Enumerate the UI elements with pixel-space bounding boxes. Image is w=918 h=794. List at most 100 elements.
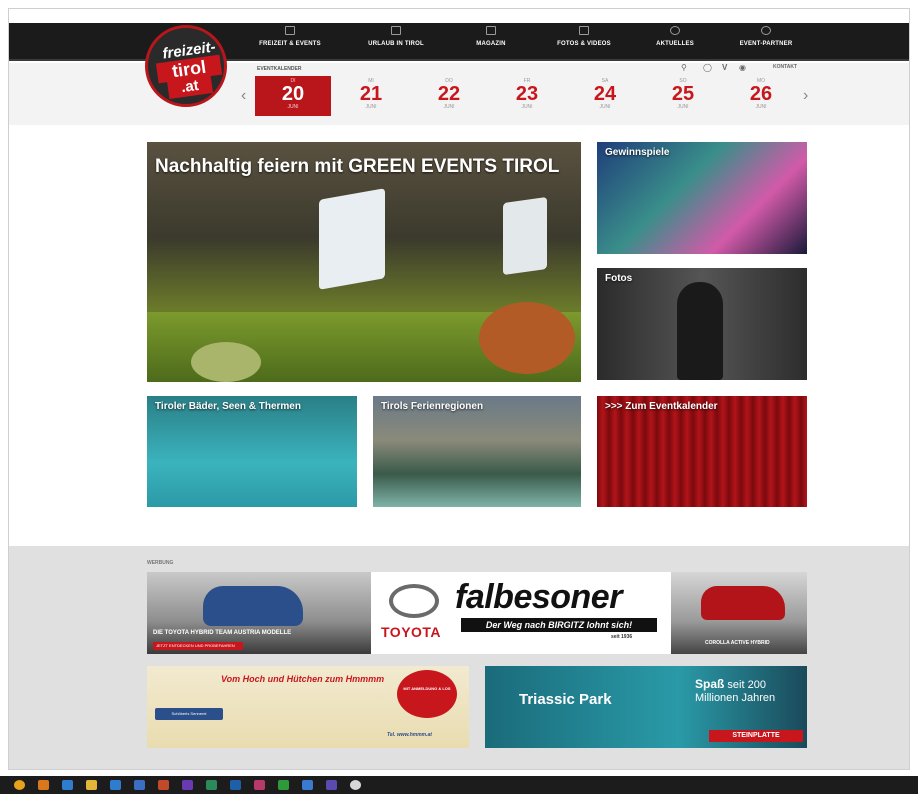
date-day: 26 <box>749 83 773 105</box>
ad-sennerei[interactable]: Vom Hoch und Hütchen zum Hmmmm Schöberls… <box>147 666 469 748</box>
date-item-25[interactable]: SO 25 JUNI <box>645 76 721 116</box>
app-icon[interactable] <box>134 780 145 790</box>
date-item-21[interactable]: MI 21 JUNI <box>333 76 409 116</box>
ad-claim-bold: Spaß <box>695 677 725 691</box>
app-icon[interactable] <box>278 780 289 790</box>
tile-title: Nachhaltig feiern mit GREEN EVENTS TIROL <box>155 156 560 177</box>
ad-triassic-park[interactable]: Triassic Park Spaß seit 200 Millionen Ja… <box>485 666 807 748</box>
tile-fotos[interactable]: Fotos <box>597 268 807 380</box>
tile-eventkalender[interactable]: >>> Zum Eventkalender <box>597 396 807 507</box>
date-day: 22 <box>437 83 461 105</box>
hero-pumpkin-graphic <box>479 302 575 374</box>
date-month: JUNI <box>521 104 533 110</box>
heart-icon <box>761 26 771 35</box>
date-day: 24 <box>593 83 617 105</box>
app-icon[interactable] <box>254 780 265 790</box>
nav-item-urlaub-in-tirol[interactable]: URLAUB IN TIROL <box>361 26 431 47</box>
tile-green-events[interactable]: Nachhaltig feiern mit GREEN EVENTS TIROL <box>147 142 581 382</box>
car-graphic <box>701 586 785 620</box>
car-graphic <box>203 586 303 626</box>
date-month: JUNI <box>599 104 611 110</box>
nav-label: URLAUB IN TIROL <box>368 41 424 47</box>
dealer-since: seit 1936 <box>611 634 633 640</box>
book-icon <box>486 26 496 35</box>
date-day: 25 <box>671 83 695 105</box>
main-navigation: FREIZEIT & EVENTS URLAUB IN TIROL MAGAZI… <box>9 23 909 61</box>
calendar-icon <box>285 26 295 35</box>
windows-taskbar <box>0 776 918 794</box>
app-icon[interactable] <box>326 780 337 790</box>
ad-headline: Vom Hoch und Hütchen zum Hmmmm <box>221 674 385 684</box>
tile-gewinnspiele[interactable]: Gewinnspiele <box>597 142 807 254</box>
nav-item-fotos-videos[interactable]: FOTOS & VIDEOS <box>549 26 619 47</box>
eventkalender-label: EVENTKALENDER <box>257 66 302 72</box>
app-icon[interactable] <box>110 780 121 790</box>
date-day: 23 <box>515 83 539 105</box>
app-icon[interactable] <box>230 780 241 790</box>
firefox-icon[interactable] <box>38 780 49 790</box>
next-arrow-icon[interactable]: › <box>803 87 808 105</box>
ad-brand-tag: Schöberls Sennerei <box>155 708 223 720</box>
nav-label: EVENT-PARTNER <box>739 41 793 47</box>
windows-icon[interactable] <box>62 780 73 790</box>
site-logo[interactable]: freizeit- tirol .at <box>145 25 227 107</box>
nav-label: FREIZEIT & EVENTS <box>259 41 321 47</box>
browser-page: FREIZEIT & EVENTS URLAUB IN TIROL MAGAZI… <box>8 8 910 770</box>
advertising-section: WERBUNG DIE TOYOTA HYBRID TEAM AUSTRIA M… <box>9 546 909 769</box>
vimeo-icon[interactable]: V <box>722 63 727 72</box>
ad-toyota-hybrid[interactable]: DIE TOYOTA HYBRID TEAM AUSTRIA MODELLE J… <box>147 572 371 654</box>
hero-flag-graphic <box>319 188 385 290</box>
toyota-brand: TOYOTA <box>381 624 442 640</box>
toyota-logo-icon <box>389 584 439 618</box>
nav-label: AKTUELLES <box>656 41 694 47</box>
tile-baeder-seen-thermen[interactable]: Tiroler Bäder, Seen & Thermen <box>147 396 357 507</box>
date-item-22[interactable]: DO 22 JUNI <box>411 76 487 116</box>
facebook-icon[interactable]: ◉ <box>739 63 746 72</box>
ad-cta-button[interactable]: JETZT ENTDECKEN UND PROBEFAHREN <box>153 642 243 650</box>
date-month: JUNI <box>677 104 689 110</box>
tile-title: >>> Zum Eventkalender <box>605 401 718 412</box>
app-icon[interactable] <box>182 780 193 790</box>
date-month: JUNI <box>443 104 455 110</box>
steinplatte-logo: STEINPLATTE <box>709 730 803 742</box>
app-icon[interactable] <box>158 780 169 790</box>
date-item-20[interactable]: DI 20 JUNI <box>255 76 331 116</box>
folder-icon[interactable] <box>86 780 97 790</box>
nav-item-freizeit-events[interactable]: FREIZEIT & EVENTS <box>255 26 325 47</box>
ad-falbesoner[interactable]: TOYOTA falbesoner Der Weg nach BIRGITZ l… <box>371 572 671 654</box>
triassic-park-logo: Triassic Park <box>519 691 612 708</box>
date-day: 20 <box>281 83 305 105</box>
search-icon[interactable]: ⚲ <box>681 63 687 72</box>
hero-gourd-graphic <box>191 342 261 382</box>
tile-ferienregionen[interactable]: Tirols Ferienregionen <box>373 396 581 507</box>
date-item-26[interactable]: MO 26 JUNI <box>723 76 799 116</box>
prev-arrow-icon[interactable]: ‹ <box>241 87 246 105</box>
nav-item-aktuelles[interactable]: AKTUELLES <box>645 26 705 47</box>
tile-title: Fotos <box>605 273 633 284</box>
ad-corolla[interactable]: COROLLA ACTIVE HYBRID <box>671 572 807 654</box>
tile-title: Tiroler Bäder, Seen & Thermen <box>155 401 301 412</box>
kontakt-link[interactable]: KONTAKT <box>773 64 797 70</box>
nav-label: FOTOS & VIDEOS <box>557 41 611 47</box>
nav-item-event-partner[interactable]: EVENT-PARTNER <box>731 26 801 47</box>
date-month: JUNI <box>755 104 767 110</box>
instagram-icon[interactable]: ◯ <box>703 63 712 72</box>
app-icon[interactable] <box>302 780 313 790</box>
date-item-24[interactable]: SA 24 JUNI <box>567 76 643 116</box>
ad-footer-text: Tel. www.hmmm.at <box>387 732 432 738</box>
date-item-23[interactable]: FR 23 JUNI <box>489 76 565 116</box>
app-icon[interactable] <box>206 780 217 790</box>
app-icon[interactable] <box>350 780 361 790</box>
hero-flag-graphic <box>503 196 547 276</box>
dealer-slogan: Der Weg nach BIRGITZ lohnt sich! <box>461 618 657 632</box>
bed-icon <box>391 26 401 35</box>
werbung-label: WERBUNG <box>147 560 174 566</box>
nav-item-magazin[interactable]: MAGAZIN <box>461 26 521 47</box>
ad-text: DIE TOYOTA HYBRID TEAM AUSTRIA MODELLE <box>153 630 292 636</box>
tile-title: Gewinnspiele <box>605 147 670 158</box>
date-month: JUNI <box>365 104 377 110</box>
megaphone-icon <box>670 26 680 35</box>
ad-badge: MIT ANMELDUNG & LOS <box>397 670 457 718</box>
chrome-icon[interactable] <box>14 780 25 790</box>
event-date-strip: EVENTKALENDER ⚲ ◯ V ◉ KONTAKT ‹ DI 20 JU… <box>9 63 909 125</box>
